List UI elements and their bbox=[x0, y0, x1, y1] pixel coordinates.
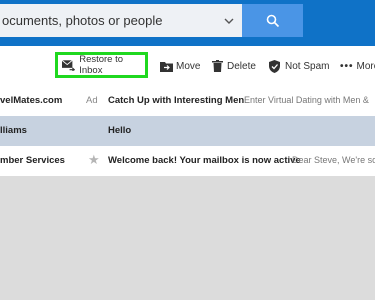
message-subject: Catch Up with Interesting Men bbox=[108, 95, 245, 106]
restore-to-inbox-button[interactable]: Restore to Inbox bbox=[55, 52, 148, 78]
move-label: Move bbox=[176, 60, 201, 72]
chevron-down-icon bbox=[224, 18, 234, 24]
delete-button[interactable]: Delete bbox=[212, 56, 256, 76]
more-button[interactable]: ••• More bbox=[340, 56, 375, 76]
search-dropdown-button[interactable] bbox=[218, 4, 240, 37]
more-dots-icon: ••• bbox=[340, 60, 354, 72]
message-sender: velMates.com bbox=[0, 95, 63, 106]
message-row[interactable]: lliams Hello bbox=[0, 116, 375, 146]
message-row[interactable]: velMates.com Ad Catch Up with Interestin… bbox=[0, 86, 375, 116]
message-sender: lliams bbox=[0, 125, 27, 136]
restore-inbox-icon bbox=[62, 59, 76, 71]
search-icon bbox=[266, 14, 279, 27]
message-subject: Hello bbox=[108, 125, 132, 136]
top-bar bbox=[0, 0, 375, 46]
more-label: More bbox=[356, 60, 375, 72]
trash-icon bbox=[212, 60, 223, 72]
message-row[interactable]: mber Services ★ Welcome back! Your mailb… bbox=[0, 146, 375, 176]
message-list: velMates.com Ad Catch Up with Interestin… bbox=[0, 86, 375, 176]
ad-badge: Ad bbox=[86, 95, 98, 106]
star-icon[interactable]: ★ bbox=[88, 152, 100, 168]
search-input[interactable] bbox=[0, 4, 210, 37]
message-sender: mber Services bbox=[0, 155, 65, 166]
not-spam-label: Not Spam bbox=[285, 60, 330, 72]
folder-move-icon bbox=[160, 61, 173, 72]
message-preview: Enter Virtual Dating with Men & bbox=[244, 95, 369, 105]
search-box bbox=[0, 4, 242, 37]
empty-area bbox=[0, 176, 375, 300]
message-preview: Dear Steve, We're so bbox=[292, 155, 375, 165]
restore-to-inbox-label: Restore to Inbox bbox=[79, 54, 124, 76]
not-spam-button[interactable]: Not Spam bbox=[269, 56, 329, 76]
shield-check-icon bbox=[269, 59, 280, 73]
message-subject: Welcome back! Your mailbox is now active bbox=[108, 155, 301, 166]
move-button[interactable]: Move bbox=[160, 56, 200, 76]
delete-label: Delete bbox=[227, 60, 256, 72]
search-button[interactable] bbox=[242, 4, 303, 37]
